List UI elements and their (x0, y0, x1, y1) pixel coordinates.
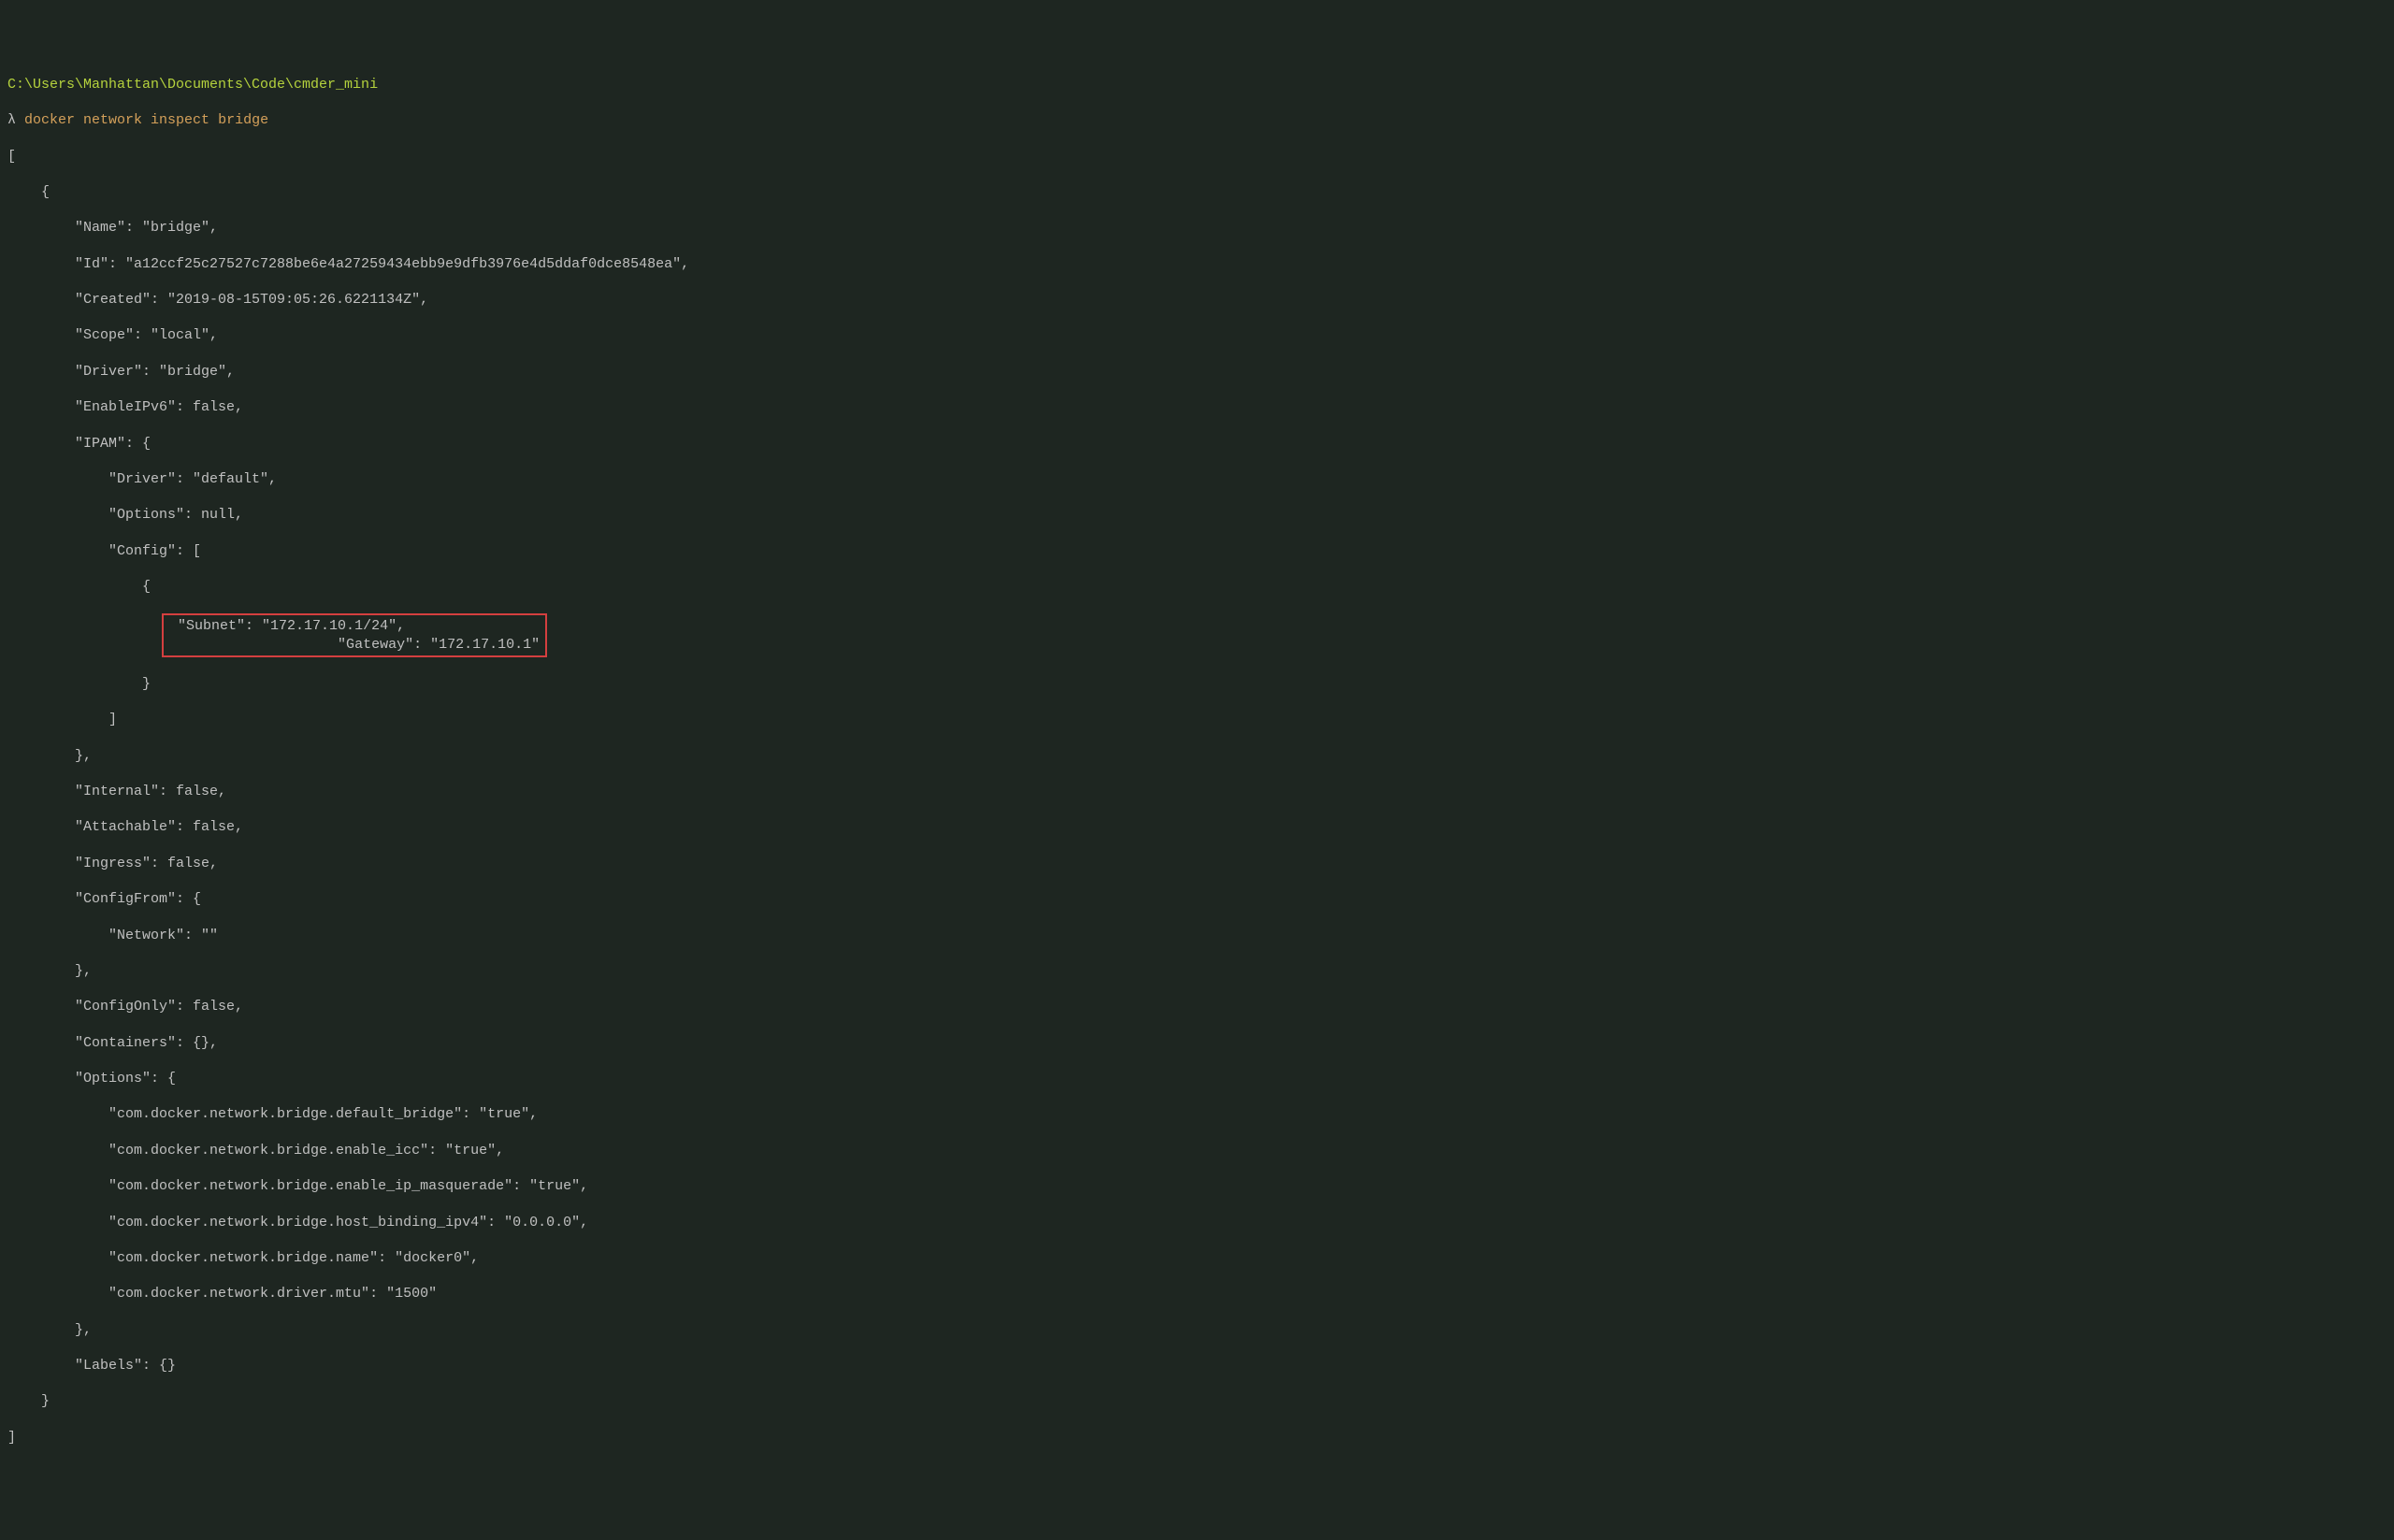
output-line: { (7, 183, 2387, 201)
output-line: "com.docker.network.bridge.enable_ip_mas… (7, 1177, 2387, 1195)
terminal-command[interactable]: docker network inspect bridge (24, 112, 268, 128)
output-line: "ConfigOnly": false, (7, 998, 2387, 1015)
output-line: ] (7, 1429, 2387, 1446)
output-line: ] (7, 711, 2387, 728)
output-line: }, (7, 1321, 2387, 1339)
terminal-path: C:\Users\Manhattan\Documents\Code\cmder_… (7, 77, 378, 93)
output-line: } (7, 675, 2387, 693)
output-line: "com.docker.network.bridge.host_binding_… (7, 1214, 2387, 1231)
output-line: "Attachable": false, (7, 818, 2387, 836)
output-line: "com.docker.network.bridge.default_bridg… (7, 1105, 2387, 1123)
output-line: "Internal": false, (7, 783, 2387, 800)
output-line: "Created": "2019-08-15T09:05:26.6221134Z… (7, 291, 2387, 309)
output-line: { (7, 578, 2387, 596)
prompt-symbol: λ (7, 112, 16, 128)
output-line: } (7, 1392, 2387, 1410)
output-line: [ (7, 148, 2387, 166)
output-line: }, (7, 747, 2387, 765)
output-line: "Options": { (7, 1070, 2387, 1087)
output-line: "Driver": "bridge", (7, 363, 2387, 381)
output-line: "com.docker.network.bridge.name": "docke… (7, 1249, 2387, 1267)
output-line: "Config": [ (7, 542, 2387, 560)
highlight-box: "Subnet": "172.17.10.1/24", "Gateway": "… (162, 613, 547, 656)
output-line: "Scope": "local", (7, 326, 2387, 344)
output-line: "ConfigFrom": { (7, 890, 2387, 908)
output-line: }, (7, 962, 2387, 980)
output-line: "com.docker.network.bridge.enable_icc": … (7, 1142, 2387, 1159)
output-line: "Driver": "default", (7, 470, 2387, 488)
highlight-subnet-line: "Subnet": "172.17.10.1/24", (169, 618, 405, 634)
output-line: "Id": "a12ccf25c27527c7288be6e4a27259434… (7, 255, 2387, 273)
output-line: "Options": null, (7, 506, 2387, 524)
output-line: "Ingress": false, (7, 855, 2387, 872)
output-line: "Network": "" (7, 927, 2387, 944)
output-line: "Labels": {} (7, 1357, 2387, 1374)
output-highlight-wrap: "Subnet": "172.17.10.1/24", "Gateway": "… (7, 613, 2387, 656)
output-line: "Containers": {}, (7, 1034, 2387, 1052)
output-line: "Name": "bridge", (7, 219, 2387, 237)
output-line: "com.docker.network.driver.mtu": "1500" (7, 1285, 2387, 1303)
highlight-gateway-line: "Gateway": "172.17.10.1" (169, 637, 540, 653)
output-line: "EnableIPv6": false, (7, 398, 2387, 416)
output-line: "IPAM": { (7, 435, 2387, 453)
